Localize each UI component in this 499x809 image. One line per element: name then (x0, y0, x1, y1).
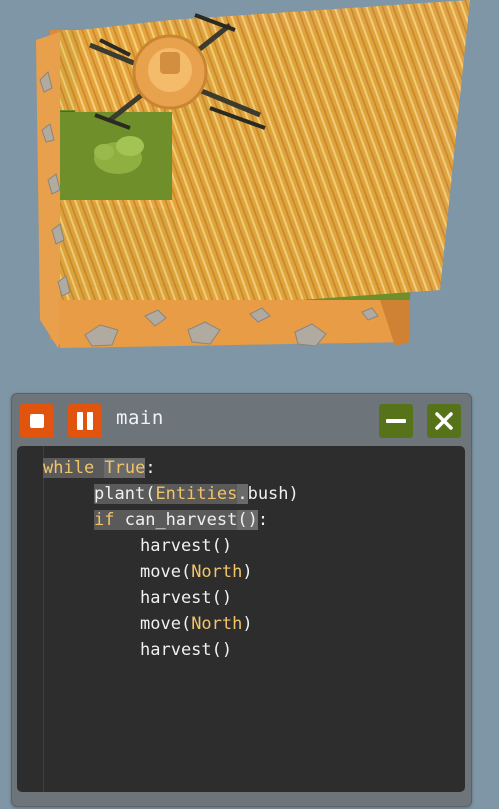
stop-icon (30, 414, 44, 428)
code-line[interactable]: move(North) (140, 611, 253, 637)
minimize-icon (386, 419, 406, 423)
farm-scene (36, 0, 470, 348)
code-area[interactable]: while True: plant(Entities.bush) if can_… (17, 446, 465, 792)
window-title: main (116, 407, 164, 429)
constant-true: True (104, 458, 146, 478)
code-line[interactable]: harvest() (140, 637, 232, 663)
code-line[interactable]: move(North) (140, 559, 253, 585)
code-editor-window: main while True: plant(Entities.bush) if… (11, 393, 472, 807)
code-gutter (43, 446, 44, 792)
code-line[interactable]: plant(Entities.bush) (94, 481, 299, 507)
function-can-harvest: can_harvest (124, 510, 238, 530)
stop-button[interactable] (20, 404, 54, 438)
function-plant: plant (94, 484, 146, 504)
code-line[interactable]: while True: (43, 455, 156, 481)
direction-north: North (191, 562, 243, 582)
bush-attr: bush (247, 484, 289, 504)
pause-icon (77, 412, 93, 430)
entities-ref: Entities (155, 484, 238, 504)
code-line[interactable]: harvest() (140, 585, 232, 611)
pause-button[interactable] (68, 404, 102, 438)
code-line[interactable]: harvest() (140, 533, 232, 559)
keyword-while: while (43, 458, 95, 478)
close-icon (435, 412, 453, 430)
code-line[interactable]: if can_harvest(): (94, 507, 268, 533)
minimize-button[interactable] (379, 404, 413, 438)
direction-north: North (191, 614, 243, 634)
keyword-if: if (94, 510, 115, 530)
close-button[interactable] (427, 404, 461, 438)
